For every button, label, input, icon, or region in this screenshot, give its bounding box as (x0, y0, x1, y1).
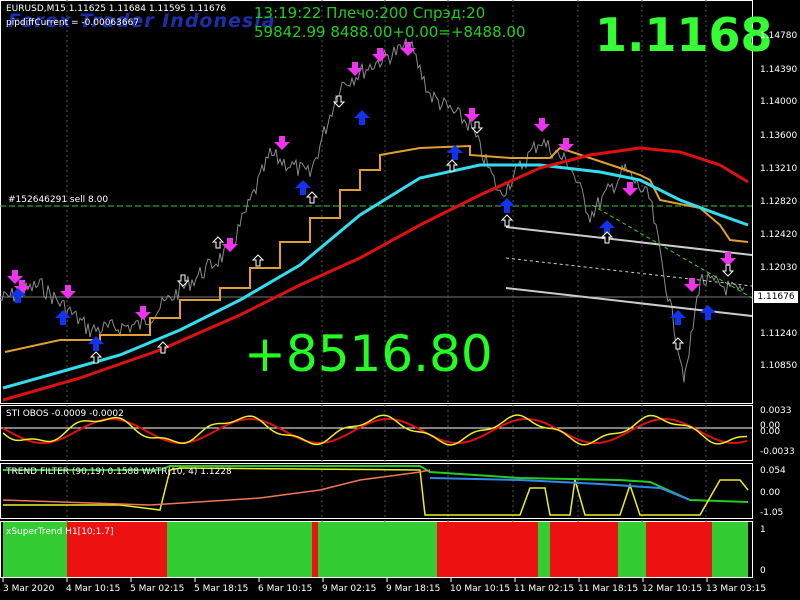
supertrend-block (437, 522, 538, 577)
sell-arrow-icon (372, 48, 388, 62)
channel-upper (505, 226, 753, 256)
price-axis-label: 1.13600 (760, 131, 798, 141)
time-axis-label: 13 Mar 03:15 (706, 584, 767, 594)
ind1-axis-label: 0.00 (760, 427, 781, 437)
indicator-2-label: TREND FILTER (90,19) 0.1588 WATR(10, 4) … (6, 467, 232, 477)
buy-arrow-icon (295, 180, 311, 195)
ind1-red-line (2, 418, 748, 444)
price-axis-label: 1.11240 (760, 329, 798, 339)
supertrend-block (712, 522, 748, 577)
supertrend-block (167, 522, 312, 577)
exit-arrow-icon (671, 337, 685, 350)
current-price-marker: 1.11676 (754, 291, 798, 303)
ind3-axis-label: 0 (760, 566, 766, 576)
channel-lower (505, 287, 753, 317)
sell-arrow-icon (400, 42, 416, 56)
trading-chart-window: Forex Trader Indonesia EURUSD,M15 1.1162… (0, 0, 800, 600)
sell-arrow-icon (720, 252, 736, 266)
buy-arrow-icon (55, 310, 71, 325)
profit-display: +8516.80 (244, 325, 493, 383)
supertrend-block (318, 522, 437, 577)
channel-mid (505, 257, 753, 287)
supertrend-block (646, 522, 712, 577)
supertrend-block (550, 522, 618, 577)
price-axis-label: 1.14390 (760, 65, 798, 75)
big-price-display: 1.1168 (595, 8, 773, 62)
exit-arrow-icon (211, 236, 225, 249)
chart-canvas[interactable] (0, 0, 800, 600)
exit-arrow-icon (600, 231, 614, 244)
symbol-info: EURUSD,M15 1.11625 1.11684 1.11595 1.116… (6, 4, 227, 14)
ind1-axis-label: -0.0033 (760, 447, 795, 457)
time-axis-label: 10 Mar 10:15 (450, 584, 511, 594)
sell-arrow-icon (534, 118, 550, 132)
exit-arrow-icon (470, 121, 484, 134)
ind3-axis-label: 1 (760, 525, 766, 535)
exit-arrow-icon (500, 214, 514, 227)
sell-arrow-icon (347, 62, 363, 76)
time-axis-label: 5 Mar 18:15 (194, 584, 249, 594)
ind2-axis-label: 0.00 (760, 488, 781, 498)
time-axis-label: 5 Mar 02:15 (130, 584, 185, 594)
price-axis-label: 1.14780 (760, 31, 798, 41)
exit-arrow-icon (721, 264, 735, 277)
sell-arrow-icon (222, 238, 238, 252)
buy-arrow-icon (354, 110, 370, 125)
account-info-balance: 59842.99 8488.00+0.00=+8488.00 (254, 23, 526, 41)
buy-arrow-icon (700, 305, 716, 320)
ind2-axis-label: 0.054 (760, 466, 786, 476)
time-axis-label: 6 Mar 10:15 (258, 584, 313, 594)
indicator-3-label: xSuperTrend H1[10;1.7] (6, 527, 114, 537)
sell-arrow-icon (622, 182, 638, 196)
price-axis-label: 1.12420 (760, 230, 798, 240)
time-axis-label: 4 Mar 10:15 (66, 584, 121, 594)
ind1-axis-label: 0.0033 (760, 406, 792, 416)
price-axis-label: 1.12030 (760, 263, 798, 273)
indicator-1-label: STI OBOS -0.0009 -0.0002 (6, 409, 124, 419)
exit-arrow-icon (305, 191, 319, 204)
supertrend-block (312, 522, 318, 577)
time-axis-label: 9 Mar 18:15 (386, 584, 441, 594)
price-axis-label: 1.10850 (760, 361, 798, 371)
pip-diff-label: pipdiffCurrent = -0.00063667 (6, 18, 140, 28)
exit-arrow-icon (251, 254, 265, 267)
time-axis-label: 9 Mar 02:15 (322, 584, 377, 594)
sell-arrow-icon (558, 138, 574, 152)
ind2-blue-line (429, 477, 691, 501)
ind2-axis-label: -1.05 (760, 508, 784, 518)
sell-arrow-icon (135, 306, 151, 320)
time-axis-label: 12 Mar 10:15 (642, 584, 703, 594)
price-axis-label: 1.14000 (760, 97, 798, 107)
account-info-time: 13:19:22 Плечо:200 Спрэд:20 (254, 4, 486, 22)
sell-arrow-icon (464, 108, 480, 122)
time-axis-label: 11 Mar 18:15 (578, 584, 639, 594)
supertrend-block (618, 522, 646, 577)
supertrend-block (538, 522, 550, 577)
order-line-label[interactable]: #152646291 sell 8.00 (8, 195, 108, 205)
sell-arrow-icon (274, 136, 290, 150)
time-axis-label: 11 Mar 02:15 (514, 584, 575, 594)
price-axis-label: 1.12820 (760, 197, 798, 207)
price-axis-label: 1.13210 (760, 164, 798, 174)
time-axis-label: 3 Mar 2020 (3, 584, 55, 594)
buy-arrow-icon (88, 336, 104, 351)
